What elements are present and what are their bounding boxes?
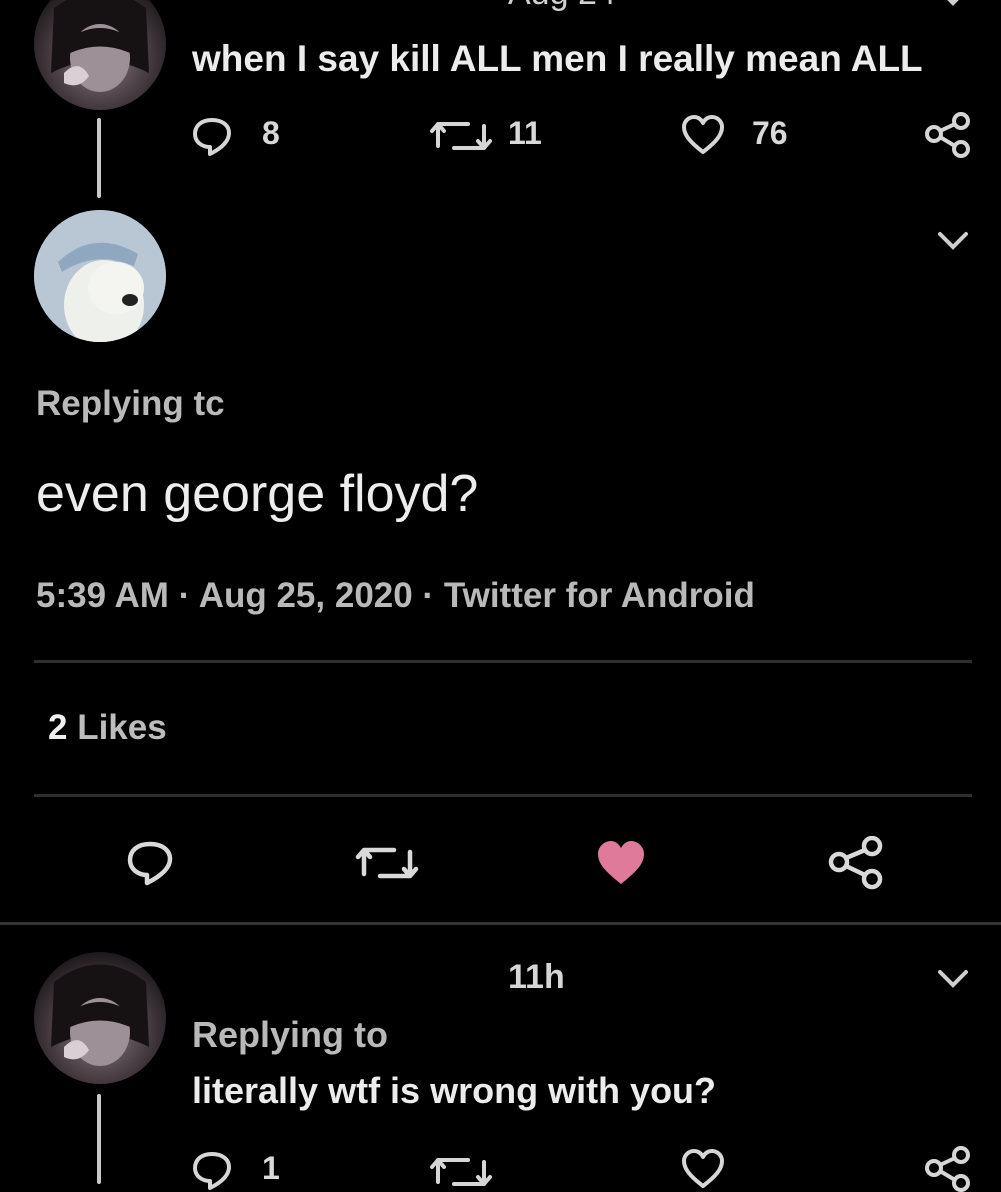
tweet-time: 11h [508,958,565,996]
like-count: 76 [752,115,788,151]
avatar-image [51,964,149,1066]
thread-line [97,118,101,198]
retweet-count: 11 [508,115,542,151]
like-icon[interactable] [680,1148,726,1190]
avatar[interactable] [34,952,166,1084]
avatar[interactable] [34,210,166,342]
likes-count: 2 [48,708,68,747]
replying-to: Replying tc [36,384,225,423]
avatar-image [51,0,149,92]
tweet-text: when I say kill ALL men I really mean AL… [192,38,923,79]
divider [34,794,972,797]
tweet-text: even george floyd? [36,465,479,523]
retweet-icon[interactable] [428,1152,494,1192]
share-icon[interactable] [828,836,884,890]
likes-summary[interactable]: 2 Likes [48,708,167,748]
divider [0,922,1001,925]
avatar-image [34,210,166,342]
liked-heart-icon[interactable] [594,838,648,888]
tweet-date: Aug 24 [508,0,616,13]
avatar[interactable] [34,0,166,110]
share-icon[interactable] [924,1146,972,1192]
chevron-down-icon[interactable] [936,228,970,254]
tweet-meta: 5:39 AM · Aug 25, 2020 · Twitter for And… [36,576,755,615]
divider [34,660,972,663]
reply-icon[interactable] [124,838,176,888]
reply-count: 1 [262,1150,280,1186]
thread-line [97,1094,101,1184]
retweet-icon[interactable] [428,116,494,156]
reply-count: 8 [262,115,280,151]
chevron-down-icon[interactable] [936,966,970,992]
chevron-down-icon[interactable] [936,0,970,10]
like-icon[interactable] [680,114,726,156]
reply-icon[interactable] [190,1148,234,1192]
reply-icon[interactable] [190,114,234,158]
likes-label: Likes [77,708,167,747]
tweet-text: literally wtf is wrong with you? [192,1070,717,1111]
share-icon[interactable] [924,112,972,158]
replying-to: Replying to [192,1014,388,1055]
retweet-icon[interactable] [354,842,420,884]
